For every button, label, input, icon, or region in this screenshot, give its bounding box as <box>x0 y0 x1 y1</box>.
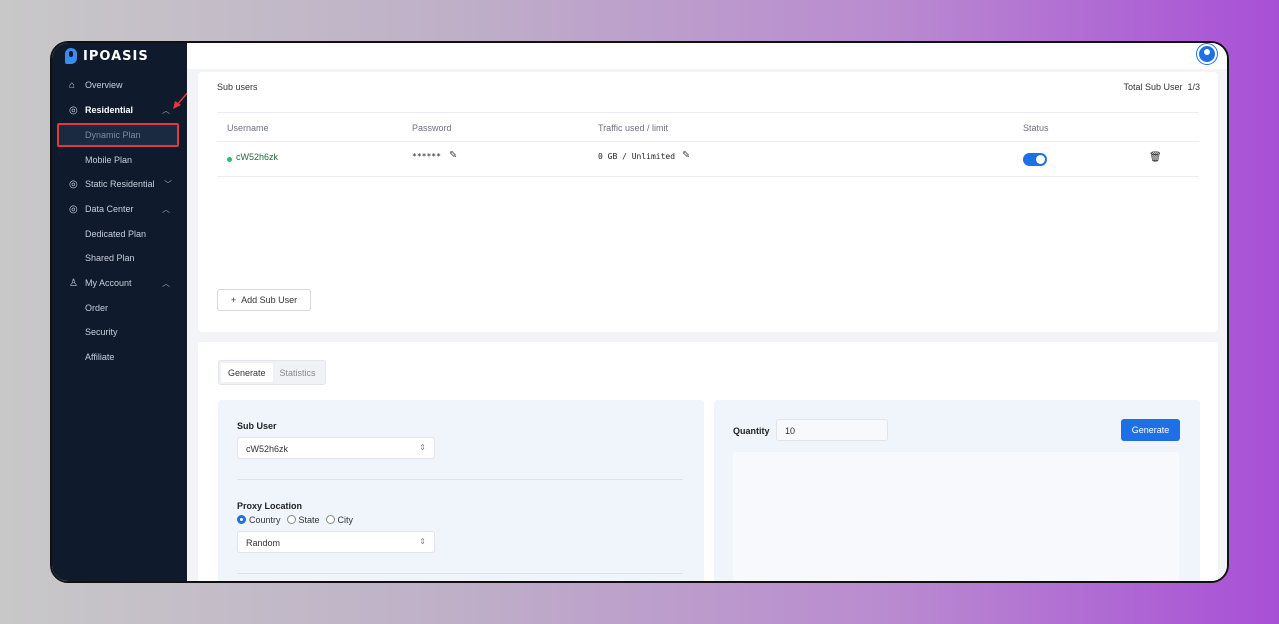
traffic-cell: 0 GB / Unlimited <box>598 152 676 161</box>
user-icon: ♙ <box>69 277 78 289</box>
location-select[interactable]: Random ⇕ <box>237 531 435 553</box>
sort-caret-icon: ⇕ <box>419 443 426 452</box>
radio-country[interactable]: Country <box>237 515 281 525</box>
column-header: Traffic used / limit <box>598 123 669 133</box>
tab-statistics[interactable]: Statistics <box>273 363 323 382</box>
sidebar-item-label: Security <box>85 327 118 337</box>
delete-icon[interactable]: 🗑 <box>1149 152 1162 163</box>
password-cell: ****** <box>412 152 441 161</box>
select-value: Random <box>246 538 281 548</box>
logo-icon <box>65 48 77 64</box>
chevron-down-icon: ﹀ <box>164 179 172 189</box>
sidebar: IPOASIS ⌂ Overview ◎ Residential ︿ Dynam… <box>52 43 191 581</box>
select-value: cW52h6zk <box>246 444 289 454</box>
add-sub-user-button[interactable]: + Add Sub User <box>217 289 311 311</box>
chevron-up-icon: ︿ <box>162 204 170 214</box>
quantity-label: Quantity <box>733 426 770 436</box>
sidebar-item-label: Affiliate <box>85 352 115 362</box>
column-header: Password <box>412 123 452 133</box>
table-header: Username Password Traffic used / limit S… <box>217 112 1199 142</box>
brand-name: IPOASIS <box>83 48 149 64</box>
column-header: Username <box>227 123 269 133</box>
username-cell[interactable]: cW52h6zk <box>236 152 278 162</box>
sidebar-item-static-residential[interactable]: ◎ Static Residential ﹀ <box>52 174 187 194</box>
generator-output-panel: Quantity 10 Generate <box>714 400 1200 581</box>
column-header: Status <box>1023 123 1049 133</box>
sidebar-item-dynamic-plan[interactable]: Dynamic Plan <box>52 125 187 145</box>
sidebar-item-shared-plan[interactable]: Shared Plan <box>52 248 187 268</box>
tab-bar: Generate Statistics <box>218 360 326 385</box>
radio-unchecked-icon <box>286 515 296 524</box>
sidebar-item-residential[interactable]: ◎ Residential ︿ <box>52 100 187 120</box>
radio-checked-icon <box>237 515 246 524</box>
sub-users-card: Sub users Total Sub User 1/3 Username Pa… <box>198 72 1218 332</box>
table-row: cW52h6zk ****** ✎ 0 GB / Unlimited ✎ 🗑 <box>217 142 1199 177</box>
sidebar-item-dedicated-plan[interactable]: Dedicated Plan <box>52 224 187 244</box>
divider <box>237 573 683 574</box>
sort-caret-icon: ⇕ <box>419 537 426 546</box>
sidebar-item-overview[interactable]: ⌂ Overview <box>52 75 187 95</box>
edit-traffic-icon[interactable]: ✎ <box>682 150 690 161</box>
edit-password-icon[interactable]: ✎ <box>449 150 457 161</box>
radio-label: City <box>337 515 354 525</box>
chevron-up-icon: ︿ <box>162 105 170 115</box>
sidebar-item-label: Data Center <box>85 204 134 214</box>
sidebar-item-label: Overview <box>85 80 123 90</box>
output-area[interactable] <box>733 452 1179 581</box>
radio-label: Country <box>249 515 281 525</box>
sidebar-item-label: Dedicated Plan <box>85 229 147 239</box>
main-content: Sub users Total Sub User 1/3 Username Pa… <box>187 43 1227 581</box>
tab-generate[interactable]: Generate <box>221 363 273 382</box>
plus-icon: + <box>230 295 237 305</box>
sidebar-item-label: Residential <box>85 105 134 115</box>
sidebar-item-label: Dynamic Plan <box>85 130 141 140</box>
generator-settings-panel: Sub User cW52h6zk ⇕ Proxy Location Count… <box>218 400 704 581</box>
card-title: Sub users <box>217 82 258 92</box>
sidebar-item-order[interactable]: Order <box>52 298 187 318</box>
total-sub-user: Total Sub User 1/3 <box>1123 82 1200 92</box>
top-bar <box>187 43 1227 69</box>
sub-user-select[interactable]: cW52h6zk ⇕ <box>237 437 435 459</box>
sidebar-item-label: My Account <box>85 278 132 288</box>
total-label: Total Sub User <box>1123 82 1183 92</box>
button-label: Add Sub User <box>241 295 298 305</box>
radio-unchecked-icon <box>325 515 335 524</box>
home-icon: ⌂ <box>69 79 76 91</box>
sidebar-item-label: Shared Plan <box>85 253 135 263</box>
divider <box>237 479 683 480</box>
radio-label: State <box>298 515 320 525</box>
sidebar-item-security[interactable]: Security <box>52 322 187 342</box>
total-value: 1/3 <box>1187 82 1200 92</box>
status-toggle[interactable] <box>1023 153 1047 166</box>
proxy-location-label: Proxy Location <box>237 501 303 511</box>
location-radio-group: Country State City <box>237 515 353 525</box>
online-status-dot <box>227 157 232 162</box>
sidebar-item-data-center[interactable]: ◎ Data Center ︿ <box>52 199 187 219</box>
logo[interactable]: IPOASIS <box>65 48 149 64</box>
globe-icon: ◎ <box>69 104 78 116</box>
generator-card: Generate Statistics Sub User cW52h6zk ⇕ … <box>198 342 1218 581</box>
sub-user-label: Sub User <box>237 421 277 431</box>
quantity-input[interactable]: 10 <box>776 419 888 441</box>
chevron-up-icon: ︿ <box>162 278 170 288</box>
radio-state[interactable]: State <box>286 515 320 525</box>
radio-city[interactable]: City <box>325 515 354 525</box>
sidebar-item-label: Mobile Plan <box>85 155 133 165</box>
sidebar-item-label: Order <box>85 303 109 313</box>
generate-button[interactable]: Generate <box>1121 419 1180 441</box>
sidebar-item-label: Static Residential <box>85 179 155 189</box>
globe-icon: ◎ <box>69 178 78 190</box>
sidebar-item-affiliate[interactable]: Affiliate <box>52 347 187 367</box>
sidebar-item-mobile-plan[interactable]: Mobile Plan <box>52 150 187 170</box>
avatar[interactable] <box>1197 44 1217 64</box>
globe-icon: ◎ <box>69 203 78 215</box>
app-window: IPOASIS ⌂ Overview ◎ Residential ︿ Dynam… <box>50 41 1229 583</box>
sidebar-item-my-account[interactable]: ♙ My Account ︿ <box>52 273 187 293</box>
